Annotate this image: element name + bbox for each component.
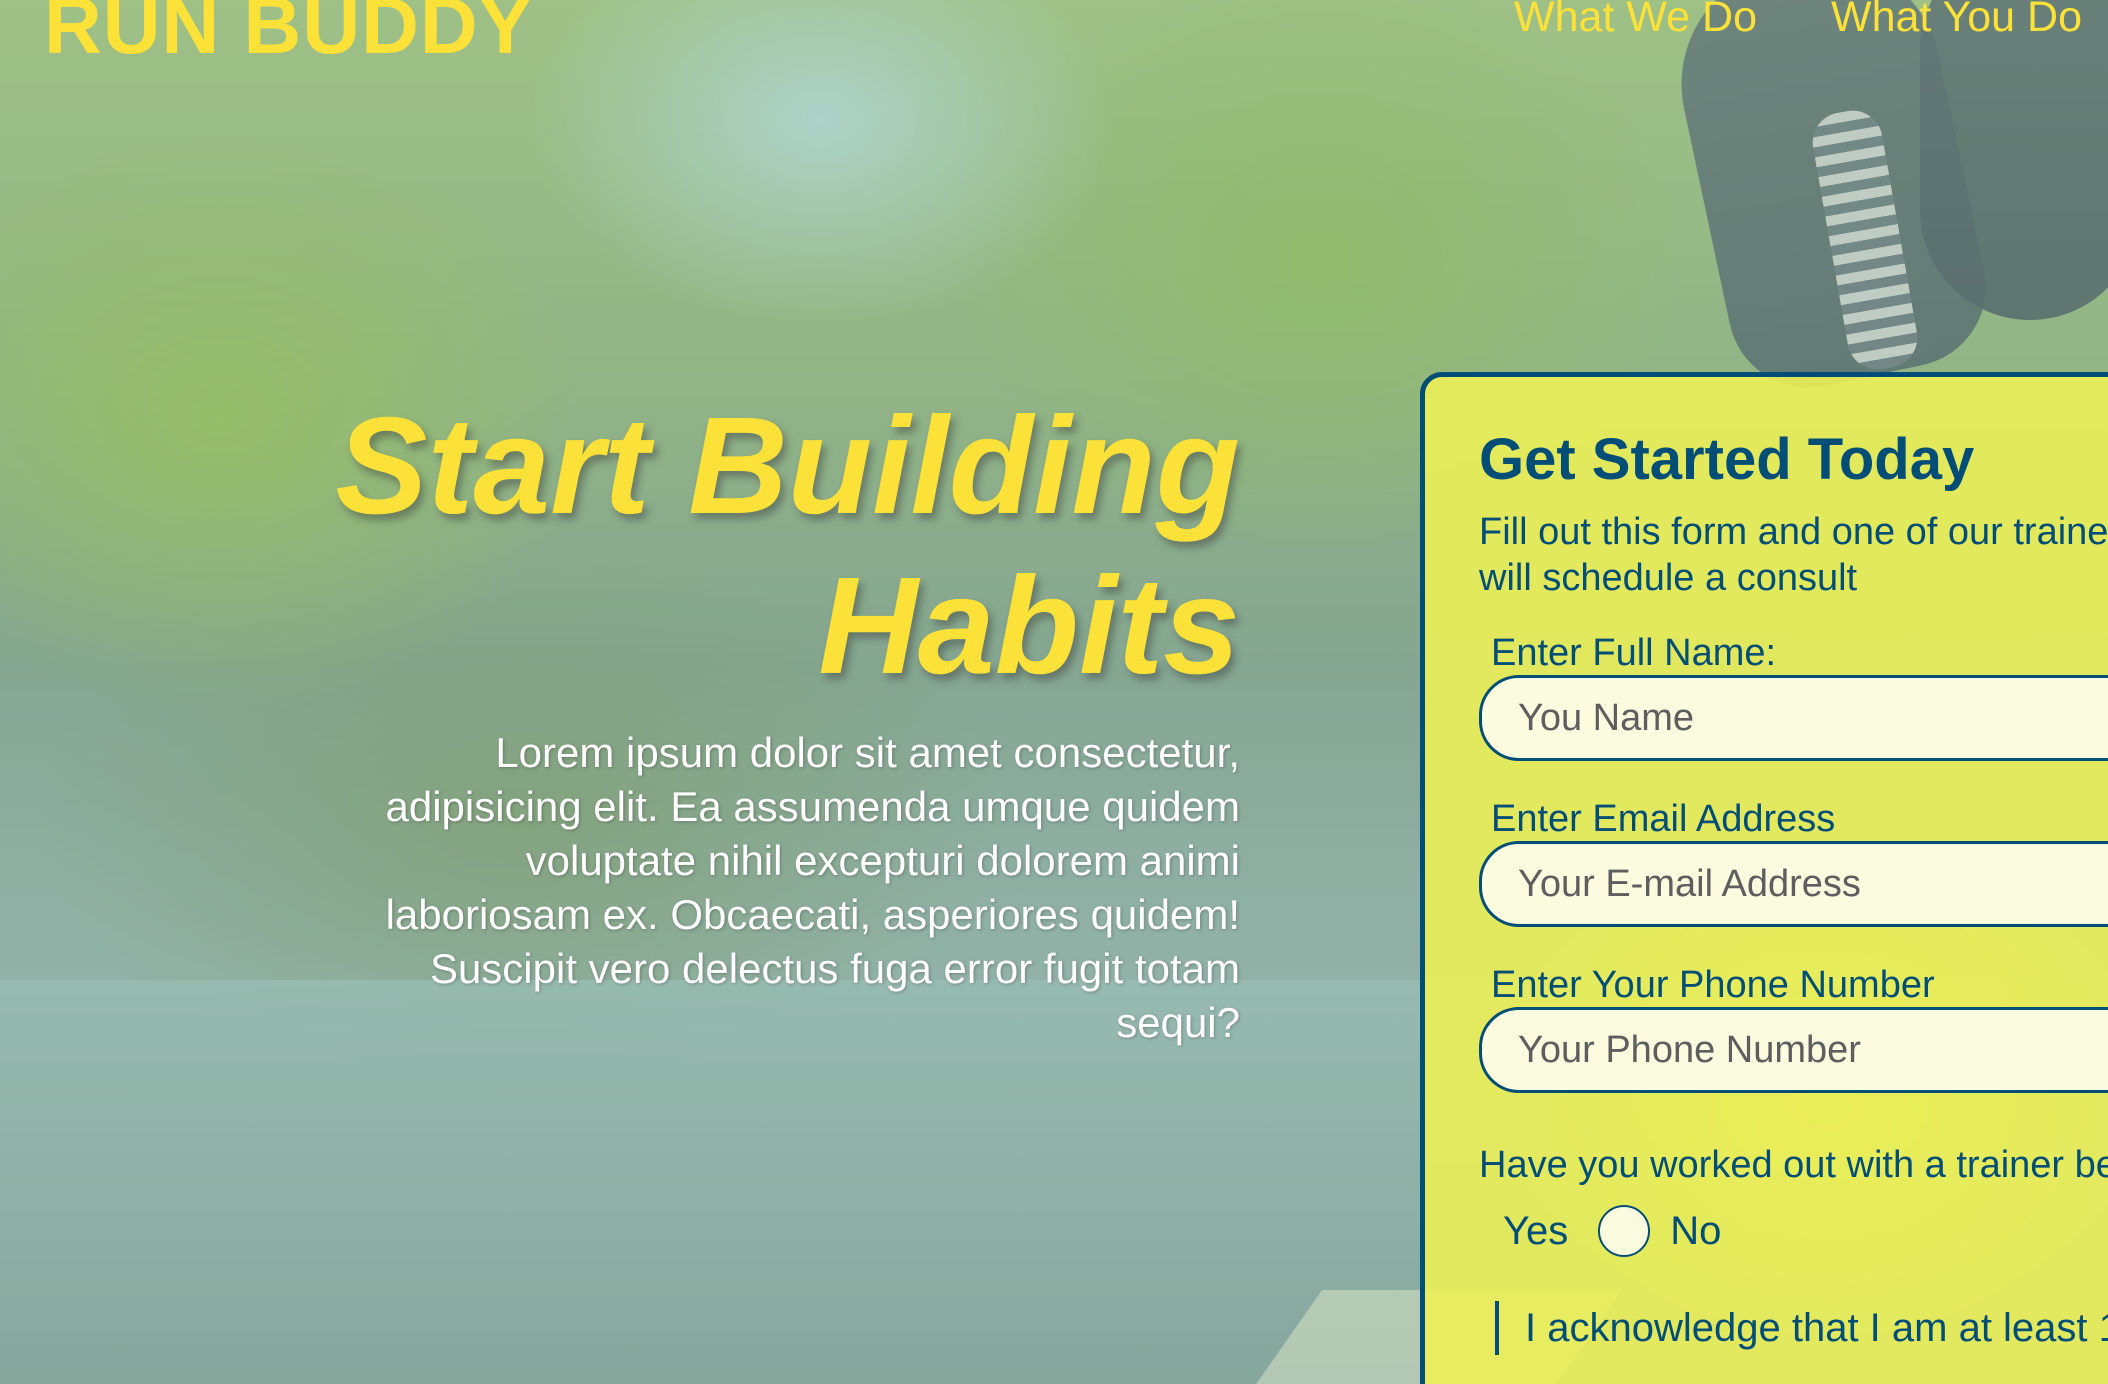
trainer-question: Have you worked out with a trainer befor… xyxy=(1479,1144,2108,1186)
phone-input[interactable] xyxy=(1479,1007,2108,1093)
full-name-input[interactable] xyxy=(1479,675,2108,761)
hero-title-line-1: Start Building xyxy=(335,389,1240,543)
trainer-radio-group: Yes No xyxy=(1503,1201,2108,1261)
hero-body-text: Lorem ipsum dolor sit amet consectetur, … xyxy=(385,729,1241,1046)
acknowledge-row: I acknowledge that I am at least 18 year… xyxy=(1495,1301,2108,1355)
full-name-label: Enter Full Name: xyxy=(1491,632,1777,674)
nav-link-what-we-do[interactable]: What We Do xyxy=(1514,0,1757,39)
form-description: Fill out this form and one of our traine… xyxy=(1479,511,2108,599)
phone-label: Enter Your Phone Number xyxy=(1491,964,1935,1006)
radio-yes-label[interactable]: Yes xyxy=(1503,1209,1568,1254)
hero-title-line-2: Habits xyxy=(818,549,1240,703)
hero-section: Start Building Habits Lorem ipsum dolor … xyxy=(300,386,1240,1050)
form-title: Get Started Today xyxy=(1479,427,1975,492)
site-header: RUN BUDDY What We Do What You Do xyxy=(0,0,2108,80)
acknowledge-checkbox[interactable] xyxy=(1495,1301,1499,1355)
main-nav: What We Do What You Do xyxy=(1514,0,2082,39)
email-label: Enter Email Address xyxy=(1491,798,1836,840)
radio-no-button[interactable] xyxy=(1598,1205,1651,1257)
logo[interactable]: RUN BUDDY xyxy=(44,0,533,66)
nav-link-what-you-do[interactable]: What You Do xyxy=(1831,0,2082,39)
radio-no-label[interactable]: No xyxy=(1670,1209,1721,1254)
signup-form-card: Get Started Today Fill out this form and… xyxy=(1420,372,2108,1384)
acknowledge-label[interactable]: I acknowledge that I am at least 18 year… xyxy=(1525,1306,2108,1351)
hero-title: Start Building Habits xyxy=(300,386,1240,706)
email-input[interactable] xyxy=(1479,841,2108,927)
signup-form: Get Started Today Fill out this form and… xyxy=(1479,431,2108,1355)
